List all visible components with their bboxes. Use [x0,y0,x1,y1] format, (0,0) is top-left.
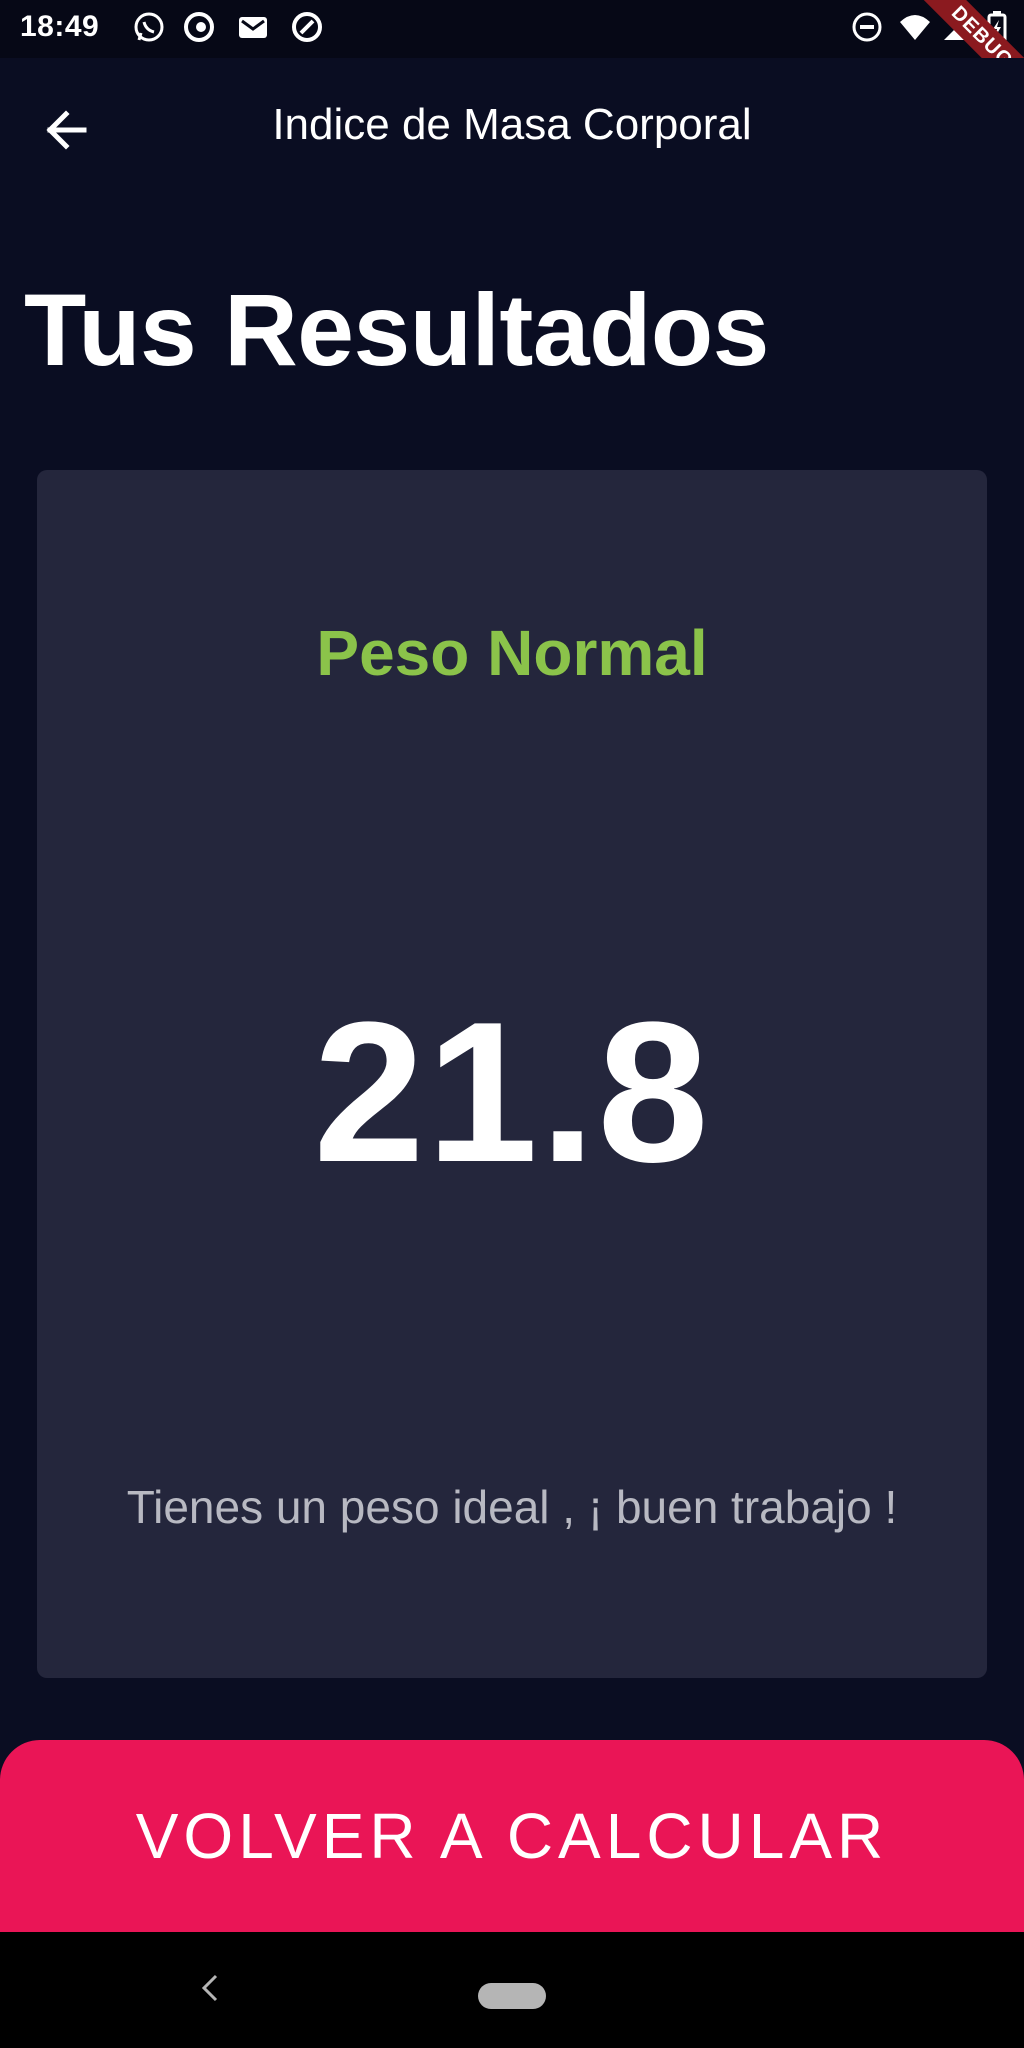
do-not-disturb-icon [850,10,884,44]
app-bar-title: Indice de Masa Corporal [272,100,752,149]
app-screen: 18:49 DEBUG Indice de Masa Corporal Tus … [0,0,1024,2048]
opera-alt-icon [290,10,324,44]
status-time: 18:49 [20,10,100,43]
whatsapp-icon [132,10,166,44]
result-message: Tienes un peso ideal , ¡ buen trabajo ! [126,1481,898,1533]
recalculate-button[interactable]: VOLVER A CALCULAR [0,1740,1024,1932]
wifi-icon [898,10,932,44]
result-status-label: Peso Normal [316,617,708,689]
result-card: Peso Normal 21.8 Tienes un peso ideal , … [37,470,987,1678]
nav-home-icon[interactable] [478,1983,546,2009]
opera-icon [182,10,216,44]
bmi-value: 21.8 [313,981,711,1204]
status-bar: 18:49 DEBUG [0,0,1024,119]
nav-back-icon[interactable] [190,1968,230,2008]
page-title: Tus Resultados [24,273,769,387]
app-bar: Indice de Masa Corporal [0,58,1024,198]
gmail-icon [236,10,270,44]
